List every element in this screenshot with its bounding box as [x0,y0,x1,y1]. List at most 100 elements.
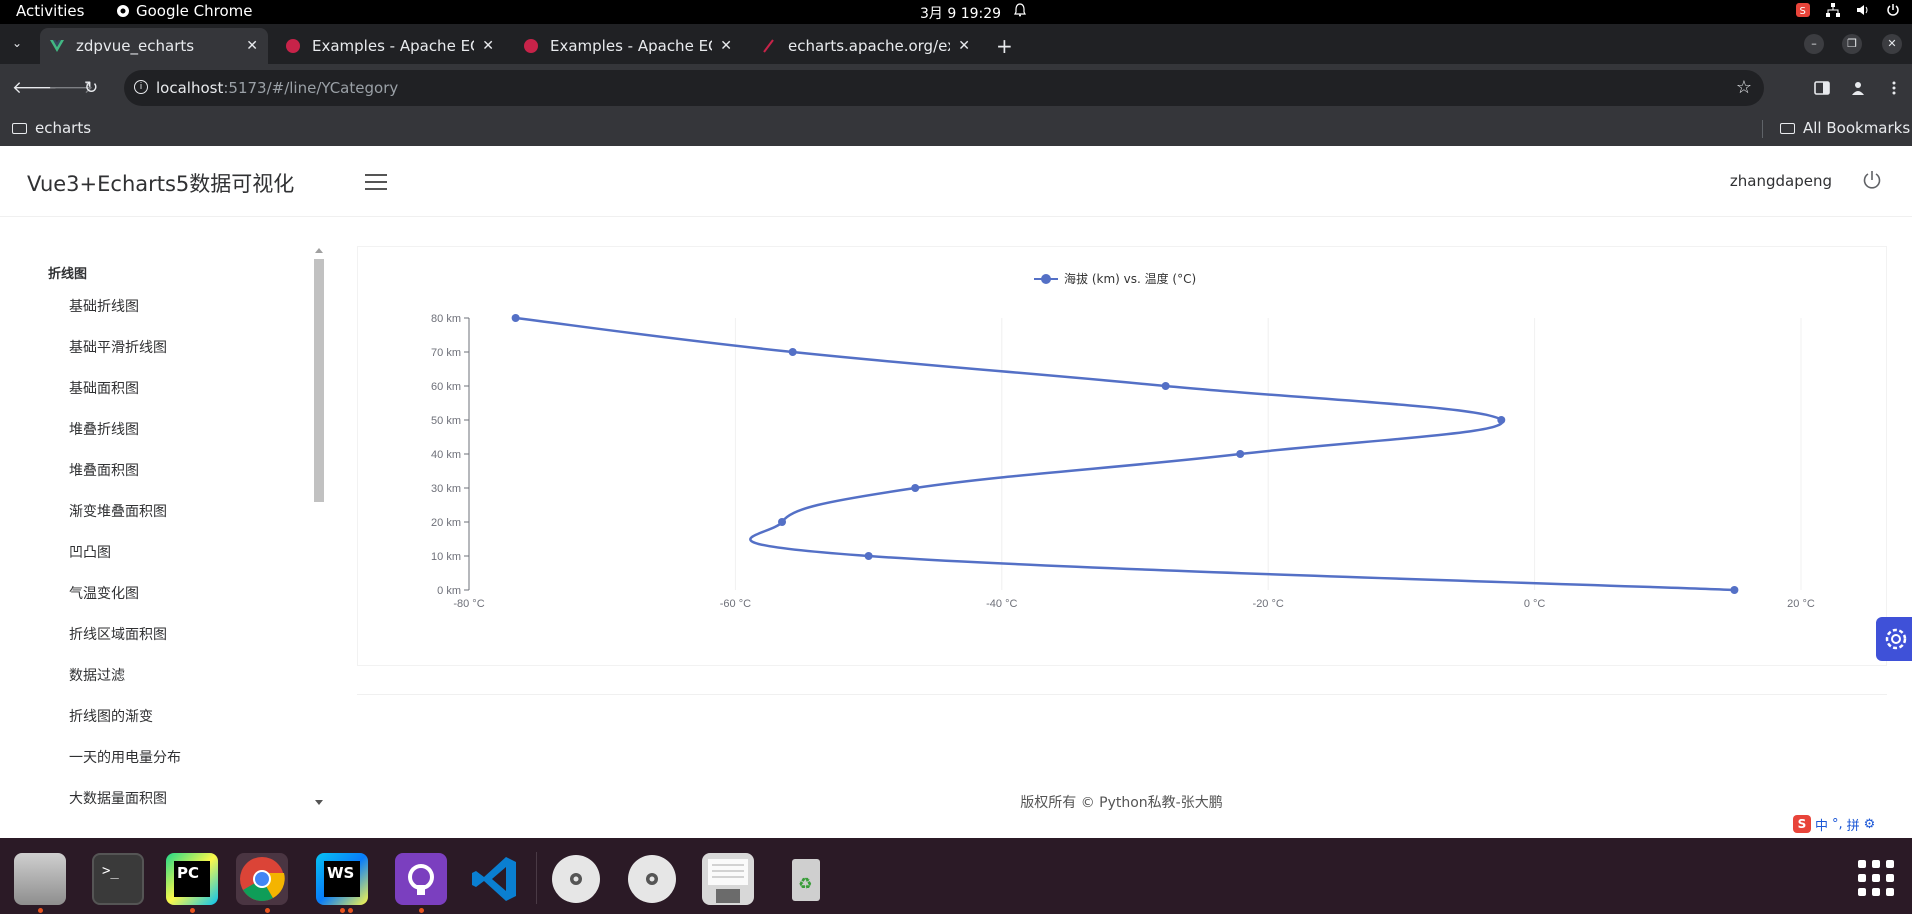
tab-echarts-site[interactable]: echarts.apache.org/exa ✕ [752,28,980,64]
data-point[interactable] [911,484,920,492]
tab-label: Examples - Apache ECha [550,37,712,55]
sidebar-item[interactable]: 堆叠折线图 [69,419,139,439]
all-bookmarks-button[interactable]: All Bookmarks [1780,119,1910,137]
ime-pinyin-icon[interactable]: 拼 [1847,815,1860,834]
ime-settings-icon[interactable]: ⚙ [1864,817,1876,832]
web-page: Vue3+Echarts5数据可视化 zhangdapeng 折线图 基础折线图… [0,146,1912,838]
reload-icon[interactable]: ↻ [84,78,98,98]
vscode-icon[interactable] [470,853,522,905]
sidebar-item[interactable]: 折线图的渐变 [69,706,153,726]
url-text[interactable]: localhost:5173/#/line/YCategory [156,79,398,97]
vscode-logo-icon [472,857,516,901]
svg-text:♻: ♻ [798,874,812,893]
tab-close-icon[interactable]: ✕ [720,38,732,54]
sidebar-item[interactable]: 折线区域面积图 [69,624,167,644]
tab-close-icon[interactable]: ✕ [958,38,970,54]
app-header: Vue3+Echarts5数据可视化 zhangdapeng [0,146,1912,217]
activities-button[interactable]: Activities [16,2,84,20]
footer-divider [357,694,1887,695]
bookmark-folder-echarts[interactable]: echarts [12,119,91,137]
address-bar[interactable]: i localhost:5173/#/line/YCategory ☆ [124,70,1764,106]
sidebar-item[interactable]: 基础平滑折线图 [69,337,167,357]
x-tick-label: 20 °C [1787,598,1815,610]
webstorm-icon[interactable]: WS [316,853,368,905]
clock[interactable]: 3月 9 19:29 [920,3,1001,23]
data-point[interactable] [511,314,520,322]
sidebar-item[interactable]: 气温变化图 [69,583,139,603]
y-tick-label: 50 km [431,415,461,427]
sogou-tray-icon[interactable]: S [1796,3,1810,17]
tab-strip: ⌄ zdpvue_echarts ✕ Examples - Apache ECh… [0,24,1912,64]
network-icon[interactable] [1826,3,1840,17]
sidebar-item[interactable]: 一天的用电量分布 [69,747,181,767]
ime-toolbar[interactable]: S 中 °, 拼 ⚙ [1789,812,1880,836]
pycharm-icon[interactable]: PC [166,853,218,905]
chrome-logo-icon [240,857,285,901]
x-tick-label: -60 °C [720,598,751,610]
tab-close-icon[interactable]: ✕ [482,38,494,54]
bookmark-label: echarts [35,119,92,137]
minimize-button[interactable]: – [1804,34,1824,54]
logout-icon[interactable] [1862,170,1882,190]
tab-label: echarts.apache.org/exa [788,37,951,55]
echarts-site-favicon-icon [763,39,774,53]
data-point[interactable] [1236,450,1245,458]
app-title: Vue3+Echarts5数据可视化 [27,172,295,196]
ime-punct-icon[interactable]: °, [1832,817,1843,832]
app-menu[interactable]: Google Chrome [116,2,253,20]
tab-search-icon[interactable]: ⌄ [12,36,22,50]
sidebar-item[interactable]: 渐变堆叠面积图 [69,501,167,521]
data-point[interactable] [1730,586,1739,594]
volume-icon[interactable] [1856,3,1870,17]
data-point[interactable] [1497,416,1506,424]
username[interactable]: zhangdapeng [1730,172,1832,190]
close-window-button[interactable]: ✕ [1882,34,1902,54]
files-icon[interactable] [14,853,66,905]
ubuntu-dock: >_ PC WS ♻ [0,838,1912,914]
data-point[interactable] [864,552,873,560]
github-desktop-icon[interactable] [395,853,447,905]
sidebar-scroll-thumb[interactable] [314,259,324,502]
scroll-up-icon[interactable] [315,248,323,253]
data-point[interactable] [1161,382,1170,390]
power-menu-icon[interactable] [1886,3,1900,17]
sidebar-item[interactable]: 基础折线图 [69,296,139,316]
chrome-icon[interactable] [236,853,288,905]
menu-group-title[interactable]: 折线图 [48,263,87,282]
y-tick-label: 60 km [431,381,461,393]
site-info-icon[interactable]: i [134,80,148,94]
sidebar-item[interactable]: 基础面积图 [69,378,139,398]
trash-icon[interactable]: ♻ [780,853,832,905]
new-tab-button[interactable]: + [996,34,1013,58]
notification-bell-icon[interactable] [1014,3,1026,17]
tab-echarts-examples-1[interactable]: Examples - Apache ECha ✕ [276,28,504,64]
tab-close-icon[interactable]: ✕ [246,38,258,54]
floppy-drive-icon[interactable] [702,853,754,905]
terminal-icon[interactable]: >_ [92,853,144,905]
ime-chinese-icon[interactable]: 中 [1815,815,1828,834]
line-chart[interactable]: -80 °C -60 °C -40 °C -20 °C 0 °C 20 °C 0 km 10 … [358,247,1886,665]
disc-drive-icon[interactable] [550,853,602,905]
running-indicator [38,908,43,913]
disc-drive-2-icon[interactable] [626,853,678,905]
tab-zdpvue[interactable]: zdpvue_echarts ✕ [40,28,268,64]
profile-icon[interactable] [1850,80,1866,96]
show-applications-icon[interactable] [1858,860,1894,896]
more-menu-icon[interactable] [1886,80,1902,96]
settings-gear-icon[interactable] [1876,617,1912,661]
side-panel-icon[interactable] [1814,80,1830,96]
y-tick-label: 10 km [431,551,461,563]
sidebar-item[interactable]: 堆叠面积图 [69,460,139,480]
x-tick-label: -40 °C [986,598,1017,610]
sidebar-item[interactable]: 凹凸图 [69,542,111,562]
data-point[interactable] [788,348,797,356]
system-tray[interactable]: S [1796,3,1900,17]
menu-toggle-icon[interactable] [365,174,387,190]
bookmark-label: All Bookmarks [1803,119,1911,137]
y-tick-label: 0 km [437,585,461,597]
data-point[interactable] [778,518,787,526]
bookmark-star-icon[interactable]: ☆ [1736,77,1752,98]
restore-button[interactable]: ❐ [1842,34,1862,54]
tab-echarts-examples-2[interactable]: Examples - Apache ECha ✕ [514,28,742,64]
sidebar-item[interactable]: 数据过滤 [69,665,125,685]
